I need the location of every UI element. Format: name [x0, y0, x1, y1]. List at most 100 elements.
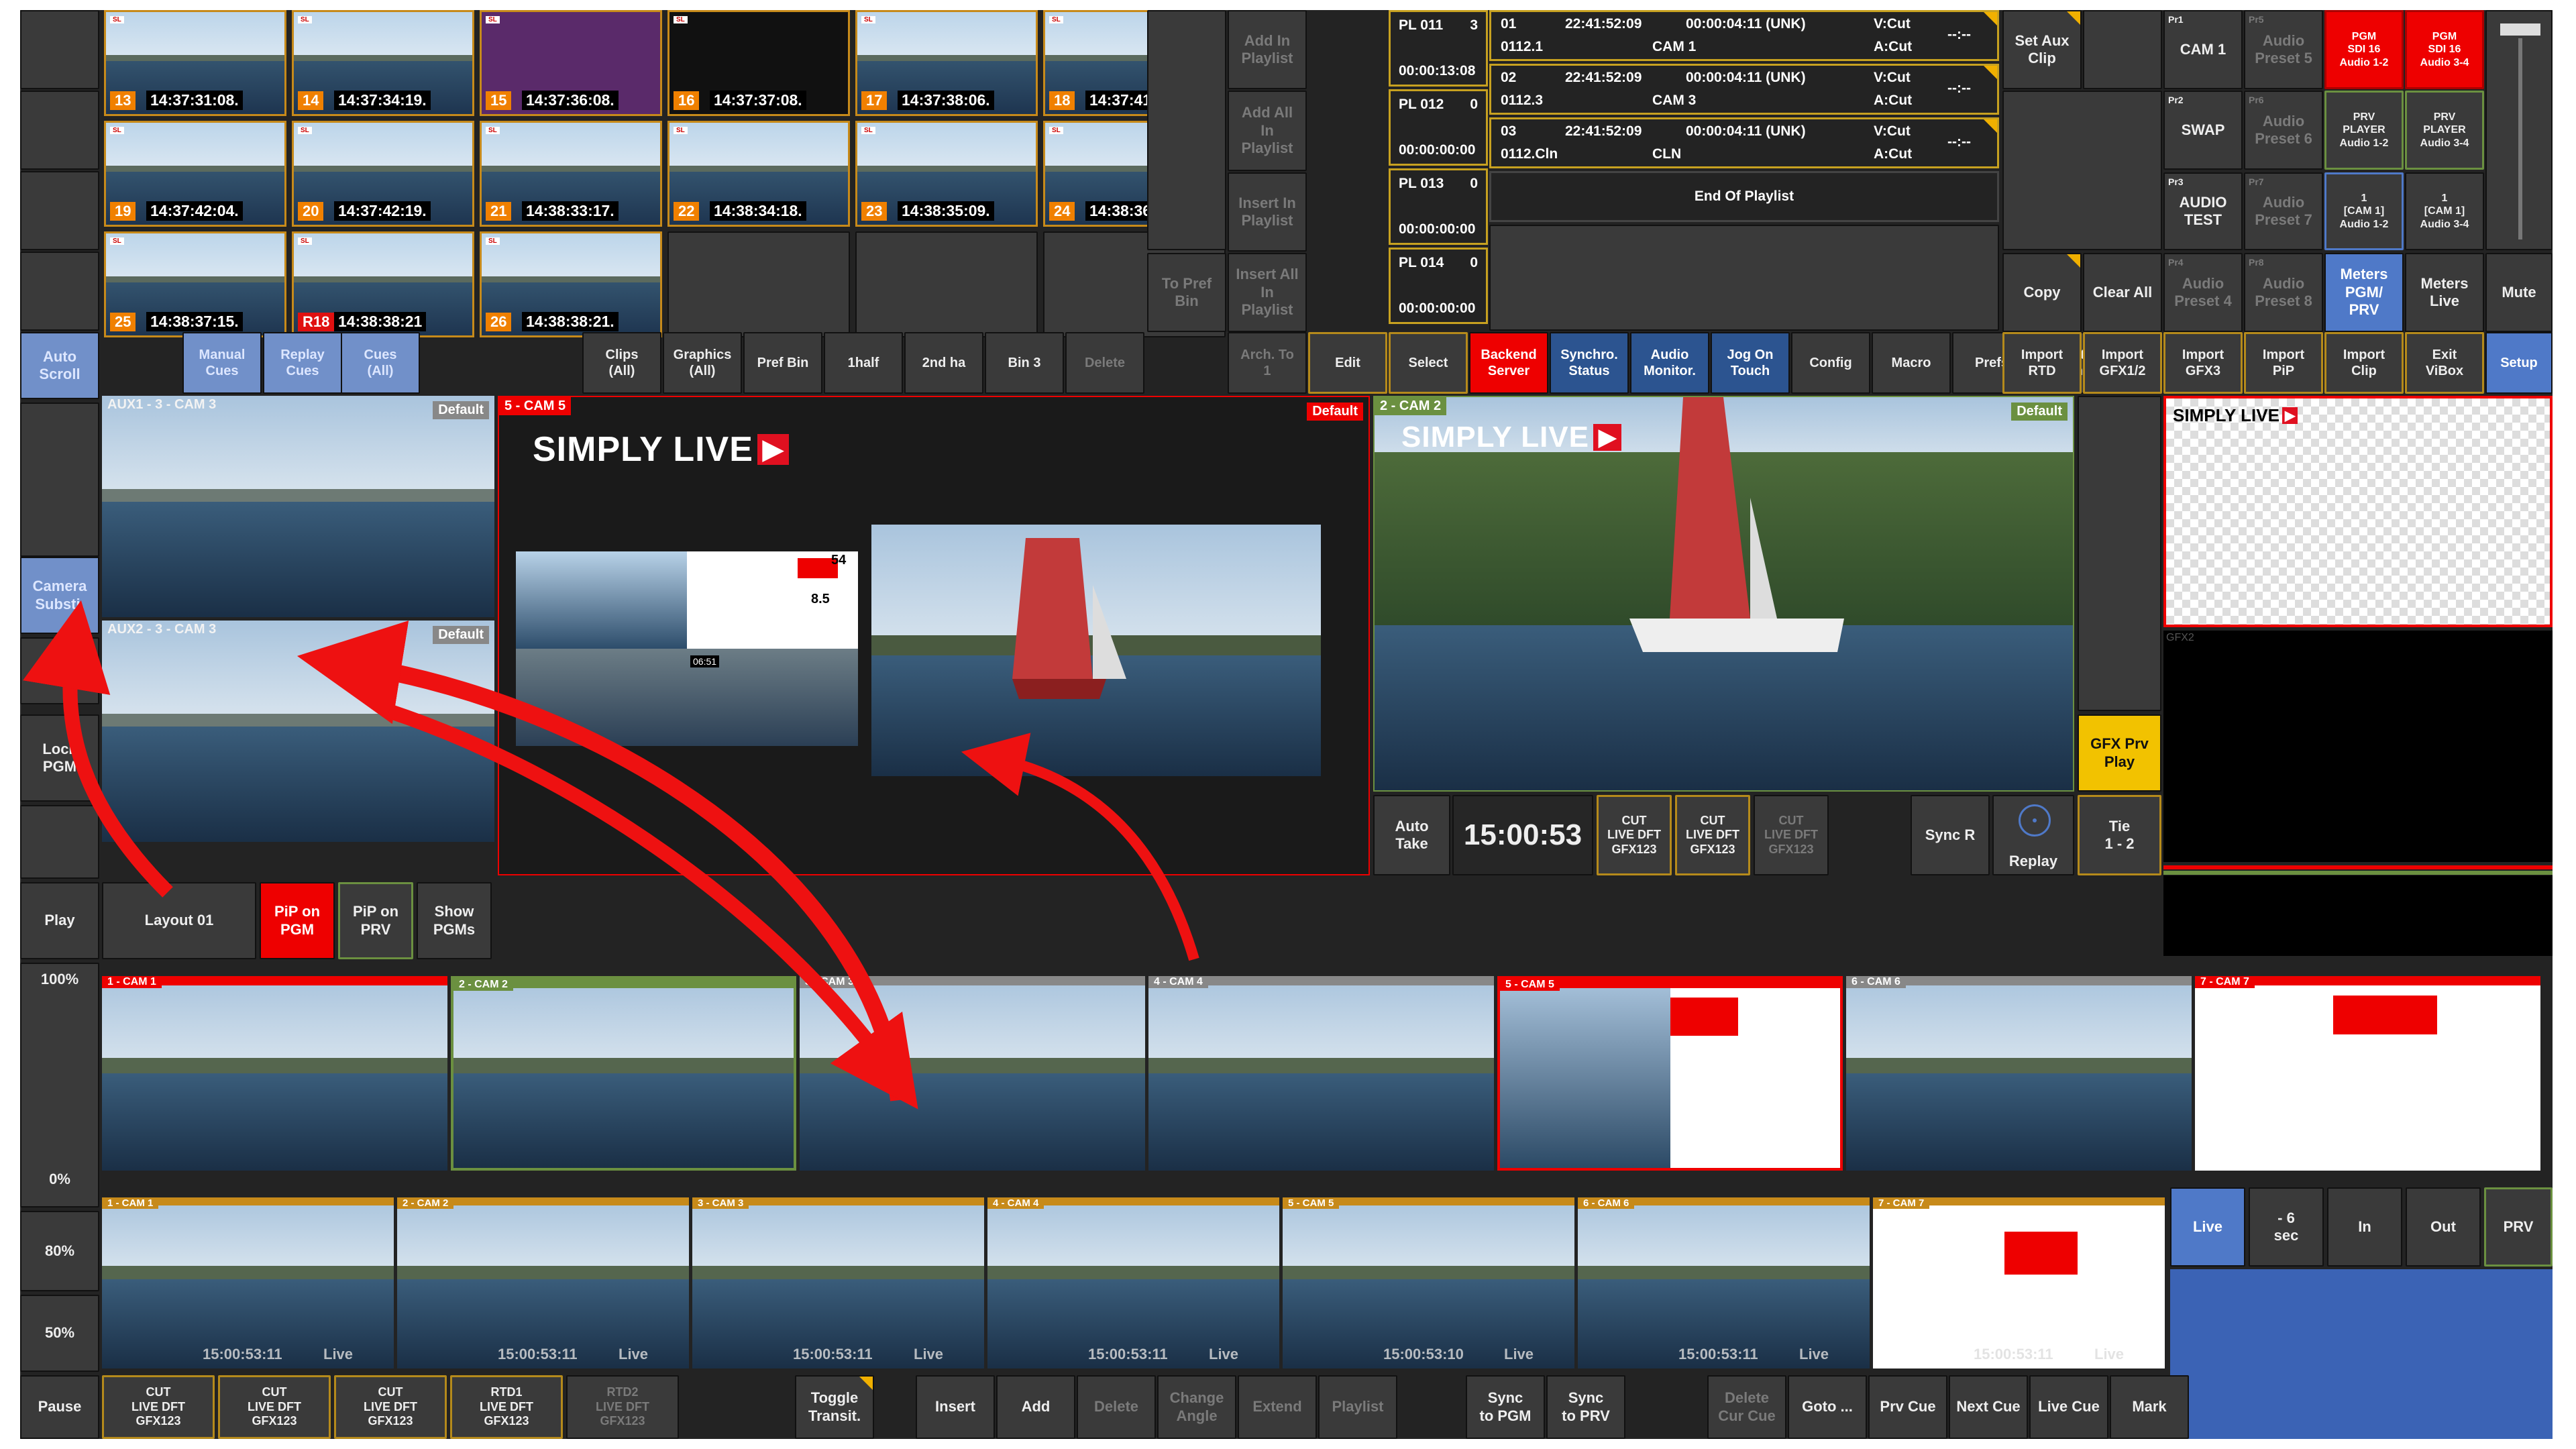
audio-preset-4-button[interactable]: Pr4 Audio Preset 4 [2163, 253, 2243, 332]
cam1-audio-12-button[interactable]: 1 [CAM 1] Audio 1-2 [2324, 172, 2404, 250]
add-in-playlist-button[interactable]: Add In Playlist [1228, 10, 1307, 89]
playlist-item[interactable]: PL 013 0 00:00:00:00 [1389, 168, 1488, 245]
mark-button[interactable]: Mark [2110, 1375, 2189, 1439]
gfx2-monitor[interactable]: GFX2 [2163, 631, 2553, 862]
camera-feed-large[interactable]: 3 - CAM 3 [800, 976, 1145, 1171]
meters-live-button[interactable]: Meters Live [2405, 253, 2484, 332]
toolbar-button[interactable]: Import GFX3 [2163, 332, 2243, 394]
rtd1-button[interactable]: RTD1 LIVE DFT GFX123 [450, 1375, 563, 1439]
prv-cue-button[interactable]: Prv Cue [1868, 1375, 1947, 1439]
pip-on-pgm-button[interactable]: PiP on PGM [260, 882, 335, 959]
clip-thumbnail[interactable]: SL 13 14:37:31:08. [104, 10, 286, 116]
audio-preset-8-button[interactable]: Pr8 Audio Preset 8 [2244, 253, 2323, 332]
gfx-prv-play-button[interactable]: GFX Prv Play [2078, 714, 2161, 792]
auto-take-button[interactable]: Auto Take [1373, 795, 1450, 875]
master-fader[interactable] [2485, 10, 2553, 250]
sync-to-prv-button[interactable]: Sync to PRV [1546, 1375, 1625, 1439]
clip-thumbnail[interactable]: SL 16 14:37:37:08. [667, 10, 850, 116]
gfx1-monitor[interactable]: SIMPLY LIVE ▶ [2163, 396, 2553, 627]
sync-to-pgm-button[interactable]: Sync to PGM [1466, 1375, 1545, 1439]
delete-button[interactable]: Delete [1077, 1375, 1156, 1439]
camera-feed-small[interactable]: 1 - CAM 1 15:00:53:11 Live [102, 1197, 394, 1368]
cue-item[interactable]: 01 22:41:52:09 00:00:04:11 (UNK) V:Cut 0… [1489, 10, 1999, 61]
minus-6-sec-button[interactable]: - 6 sec [2249, 1187, 2324, 1267]
cue-item[interactable]: 03 22:41:52:09 00:00:04:11 (UNK) V:Cut 0… [1489, 117, 1999, 168]
toolbar-button[interactable]: Arch. To 1 [1228, 332, 1307, 394]
live-button[interactable]: Live [2170, 1187, 2245, 1267]
clip-thumbnail[interactable]: SL 22 14:38:34:18. [667, 121, 850, 227]
toolbar-button[interactable]: Clips (All) [582, 332, 661, 394]
speed-50-button[interactable]: 50% [20, 1295, 99, 1372]
audio-preset-6-button[interactable]: Pr6 Audio Preset 6 [2244, 91, 2323, 170]
next-cue-button[interactable]: Next Cue [1949, 1375, 2028, 1439]
toolbar-button[interactable]: Manual Cues [182, 332, 262, 394]
camera-feed-small[interactable]: 6 - CAM 6 15:00:53:11 Live [1578, 1197, 1870, 1368]
swap-button[interactable]: Pr2 SWAP [2163, 91, 2243, 170]
clip-thumbnail[interactable]: SL 20 14:37:42:19. [292, 121, 474, 227]
toolbar-button[interactable]: Edit [1308, 332, 1387, 394]
toolbar-button[interactable]: Cues (All) [341, 332, 420, 394]
clip-thumbnail[interactable]: SL R18 14:38:38:21 [292, 231, 474, 337]
prv-audio-12-button[interactable]: PRV PLAYER Audio 1-2 [2324, 91, 2404, 170]
toolbar-button[interactable]: Replay Cues [263, 332, 342, 394]
pause-button[interactable]: Pause [20, 1375, 99, 1439]
camera-feed-large[interactable]: 4 - CAM 4 [1148, 976, 1494, 1171]
replay-button[interactable]: Replay [1992, 795, 2074, 875]
camera-feed-small[interactable]: 4 - CAM 4 15:00:53:11 Live [987, 1197, 1279, 1368]
empty-clip-slot[interactable] [667, 231, 850, 337]
toolbar-button[interactable]: Audio Monitor. [1630, 332, 1709, 394]
play-button[interactable]: Play [20, 882, 99, 959]
in-button[interactable]: In [2327, 1187, 2402, 1267]
toolbar-button[interactable]: Import PiP [2244, 332, 2323, 394]
camera-feed-small[interactable]: 3 - CAM 3 15:00:53:11 Live [692, 1197, 984, 1368]
toolbar-button[interactable]: Bin 3 [985, 332, 1064, 394]
prv-monitor[interactable]: 2 - CAM 2 Default SIMPLY LIVE ▶ [1373, 396, 2074, 792]
toolbar-button[interactable]: 1half [824, 332, 903, 394]
playlist-item[interactable]: PL 011 3 00:00:13:08 [1389, 10, 1488, 87]
camera-substitute-button[interactable]: Camera Substi. [20, 557, 99, 634]
toolbar-button[interactable]: Select [1389, 332, 1468, 394]
bottom-cut-3-button[interactable]: CUT LIVE DFT GFX123 [334, 1375, 447, 1439]
audio-test-button[interactable]: Pr3 AUDIO TEST [2163, 172, 2243, 250]
audio-preset-7-button[interactable]: Pr7 Audio Preset 7 [2244, 172, 2323, 250]
playlist-button[interactable]: Playlist [1318, 1375, 1397, 1439]
playlist-item[interactable]: PL 014 0 00:00:00:00 [1389, 248, 1488, 324]
prv-audio-34-button[interactable]: PRV PLAYER Audio 3-4 [2405, 91, 2484, 170]
auto-scroll-button[interactable]: Auto Scroll [20, 332, 99, 399]
cue-item[interactable]: 02 22:41:52:09 00:00:04:11 (UNK) V:Cut 0… [1489, 64, 1999, 115]
aux1-monitor[interactable]: AUX1 - 3 - CAM 3 Default [102, 396, 494, 617]
mute-button[interactable]: Mute [2485, 253, 2553, 332]
toolbar-button[interactable]: Backend Server [1469, 332, 1548, 394]
out-button[interactable]: Out [2406, 1187, 2481, 1267]
pip-on-prv-button[interactable]: PiP on PRV [338, 882, 413, 959]
cut-transition-2-button[interactable]: CUT LIVE DFT GFX123 [1675, 795, 1750, 875]
camera-feed-large[interactable]: 1 - CAM 1 [102, 976, 447, 1171]
layout-button[interactable]: Layout 01 [102, 882, 256, 959]
pgm-audio-34-button[interactable]: PGM SDI 16 Audio 3-4 [2405, 10, 2484, 89]
preset-cam1-button[interactable]: Pr1 CAM 1 [2163, 10, 2243, 89]
add-all-in-playlist-button[interactable]: Add All In Playlist [1228, 91, 1307, 171]
toolbar-button[interactable]: 2nd ha [904, 332, 983, 394]
toolbar-button[interactable]: Pref Bin [743, 332, 822, 394]
toolbar-button[interactable]: Setup [2485, 332, 2553, 394]
toggle-transition-button[interactable]: Toggle Transit. [795, 1375, 874, 1439]
prv-button[interactable]: PRV [2484, 1187, 2553, 1267]
toolbar-button[interactable]: Config [1791, 332, 1870, 394]
camera-feed-large[interactable]: 5 - CAM 5 [1497, 976, 1843, 1171]
delete-current-cue-button[interactable]: Delete Cur Cue [1707, 1375, 1786, 1439]
cut-transition-1-button[interactable]: CUT LIVE DFT GFX123 [1597, 795, 1672, 875]
live-cue-button[interactable]: Live Cue [2029, 1375, 2108, 1439]
fader-handle[interactable] [2500, 23, 2540, 36]
clip-thumbnail[interactable]: SL 25 14:38:37:15. [104, 231, 286, 337]
camera-feed-large[interactable]: 6 - CAM 6 [1846, 976, 2192, 1171]
toolbar-button[interactable]: Import Clip [2324, 332, 2404, 394]
clip-thumbnail[interactable]: SL 21 14:38:33:17. [480, 121, 662, 227]
clip-thumbnail[interactable]: SL 19 14:37:42:04. [104, 121, 286, 227]
meters-pgm-prv-button[interactable]: Meters PGM/ PRV [2324, 253, 2404, 332]
clear-all-button[interactable]: Clear All [2083, 253, 2162, 332]
toolbar-button[interactable]: Delete [1065, 332, 1144, 394]
insert-button[interactable]: Insert [916, 1375, 995, 1439]
toolbar-button[interactable]: Synchro. Status [1550, 332, 1629, 394]
toolbar-button[interactable]: Import GFX1/2 [2083, 332, 2162, 394]
cut-transition-3-button[interactable]: CUT LIVE DFT GFX123 [1754, 795, 1829, 875]
